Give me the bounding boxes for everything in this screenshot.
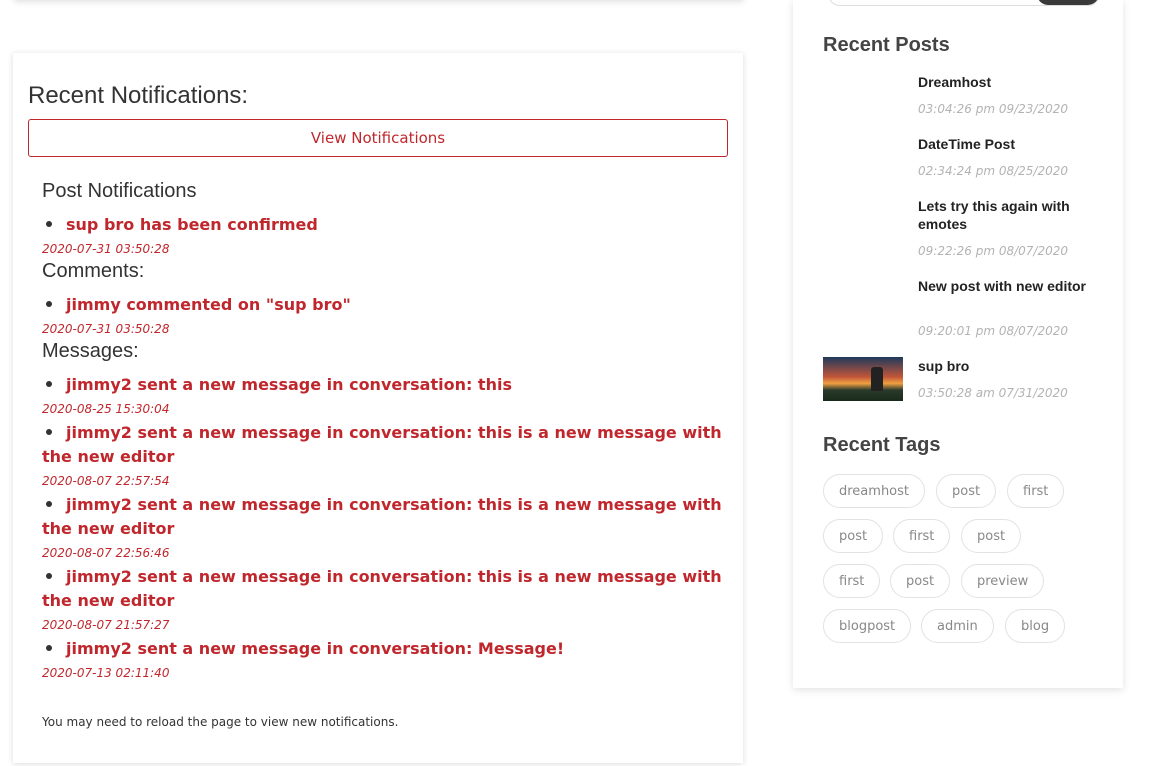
notification-text[interactable]: sup bro has been confirmed [66, 215, 318, 234]
tag-chip[interactable]: post [890, 564, 951, 598]
bullet-icon [46, 429, 52, 435]
post-notifications-heading: Post Notifications [42, 180, 197, 202]
search-button[interactable] [1037, 0, 1099, 5]
notification-text[interactable]: jimmy2 sent a new message in conversatio… [42, 423, 722, 466]
message-notification-item[interactable]: jimmy2 sent a new message in conversatio… [42, 565, 722, 613]
messages-heading: Messages: [42, 340, 139, 362]
post-date: 09:22:26 pm 08/07/2020 [918, 244, 1068, 258]
post-date: 02:34:24 pm 08/25/2020 [918, 164, 1068, 178]
post-thumbnail-image[interactable] [823, 357, 903, 401]
notification-time: 2020-08-07 21:57:27 [42, 618, 170, 632]
comment-notification-item[interactable]: jimmy commented on "sup bro" [42, 293, 722, 317]
tag-chip[interactable]: dreamhost [823, 474, 926, 508]
view-notifications-button[interactable]: View Notifications [28, 119, 728, 157]
sidebar: Recent Posts Dreamhost 03:04:26 pm 09/23… [793, 0, 1123, 688]
reload-note: You may need to reload the page to view … [42, 715, 399, 729]
bullet-icon [46, 645, 52, 651]
tag-chip[interactable]: blog [1005, 609, 1066, 643]
message-notification-item[interactable]: jimmy2 sent a new message in conversatio… [42, 373, 722, 397]
post-title[interactable]: DateTime Post [918, 135, 1093, 153]
tag-chip[interactable]: first [893, 519, 951, 553]
search-input[interactable] [828, 0, 1100, 6]
message-notification-item[interactable]: jimmy2 sent a new message in conversatio… [42, 493, 722, 541]
notification-text[interactable]: jimmy2 sent a new message in conversatio… [66, 639, 564, 658]
notification-time: 2020-07-31 03:50:28 [42, 242, 170, 256]
notification-time: 2020-07-31 03:50:28 [42, 322, 170, 336]
notification-time: 2020-08-07 22:56:46 [42, 546, 170, 560]
tag-chip[interactable]: admin [921, 609, 994, 643]
post-date: 03:50:28 am 07/31/2020 [918, 386, 1068, 400]
tag-chip[interactable]: preview [961, 564, 1045, 598]
post-date: 09:20:01 pm 08/07/2020 [918, 324, 1068, 338]
bullet-icon [46, 501, 52, 507]
post-notification-item[interactable]: sup bro has been confirmed [42, 213, 722, 237]
tag-chip[interactable]: first [823, 564, 881, 598]
tag-chip[interactable]: blogpost [823, 609, 912, 643]
notification-text[interactable]: jimmy commented on "sup bro" [66, 295, 351, 314]
message-notification-item[interactable]: jimmy2 sent a new message in conversatio… [42, 637, 722, 661]
bullet-icon [46, 301, 52, 307]
comments-heading: Comments: [42, 260, 145, 282]
bullet-icon [46, 573, 52, 579]
figure-silhouette [871, 367, 883, 391]
post-date: 03:04:26 pm 09/23/2020 [918, 102, 1068, 116]
tag-chip[interactable]: post [936, 474, 997, 508]
tag-chip[interactable]: post [961, 519, 1022, 553]
post-title[interactable]: Dreamhost [918, 73, 1093, 91]
post-title[interactable]: sup bro [918, 357, 1093, 375]
notification-text[interactable]: jimmy2 sent a new message in conversatio… [42, 495, 722, 538]
notification-time: 2020-08-25 15:30:04 [42, 402, 170, 416]
post-title[interactable]: New post with new editor [918, 277, 1093, 295]
message-notification-item[interactable]: jimmy2 sent a new message in conversatio… [42, 421, 722, 469]
page-title: Recent Notifications: [28, 82, 249, 109]
bullet-icon [46, 381, 52, 387]
recent-posts-heading: Recent Posts [823, 34, 950, 56]
notification-text[interactable]: jimmy2 sent a new message in conversatio… [66, 375, 512, 394]
notification-time: 2020-08-07 22:57:54 [42, 474, 170, 488]
notification-text[interactable]: jimmy2 sent a new message in conversatio… [42, 567, 722, 610]
post-title[interactable]: Lets try this again with emotes [918, 197, 1093, 233]
notifications-card: Recent Notifications: View Notifications… [13, 53, 743, 763]
tag-chip[interactable]: post [823, 519, 884, 553]
tag-chip[interactable]: first [1007, 474, 1065, 508]
bullet-icon [46, 221, 52, 227]
recent-tags-heading: Recent Tags [823, 434, 941, 456]
notification-time: 2020-07-13 02:11:40 [42, 666, 170, 680]
